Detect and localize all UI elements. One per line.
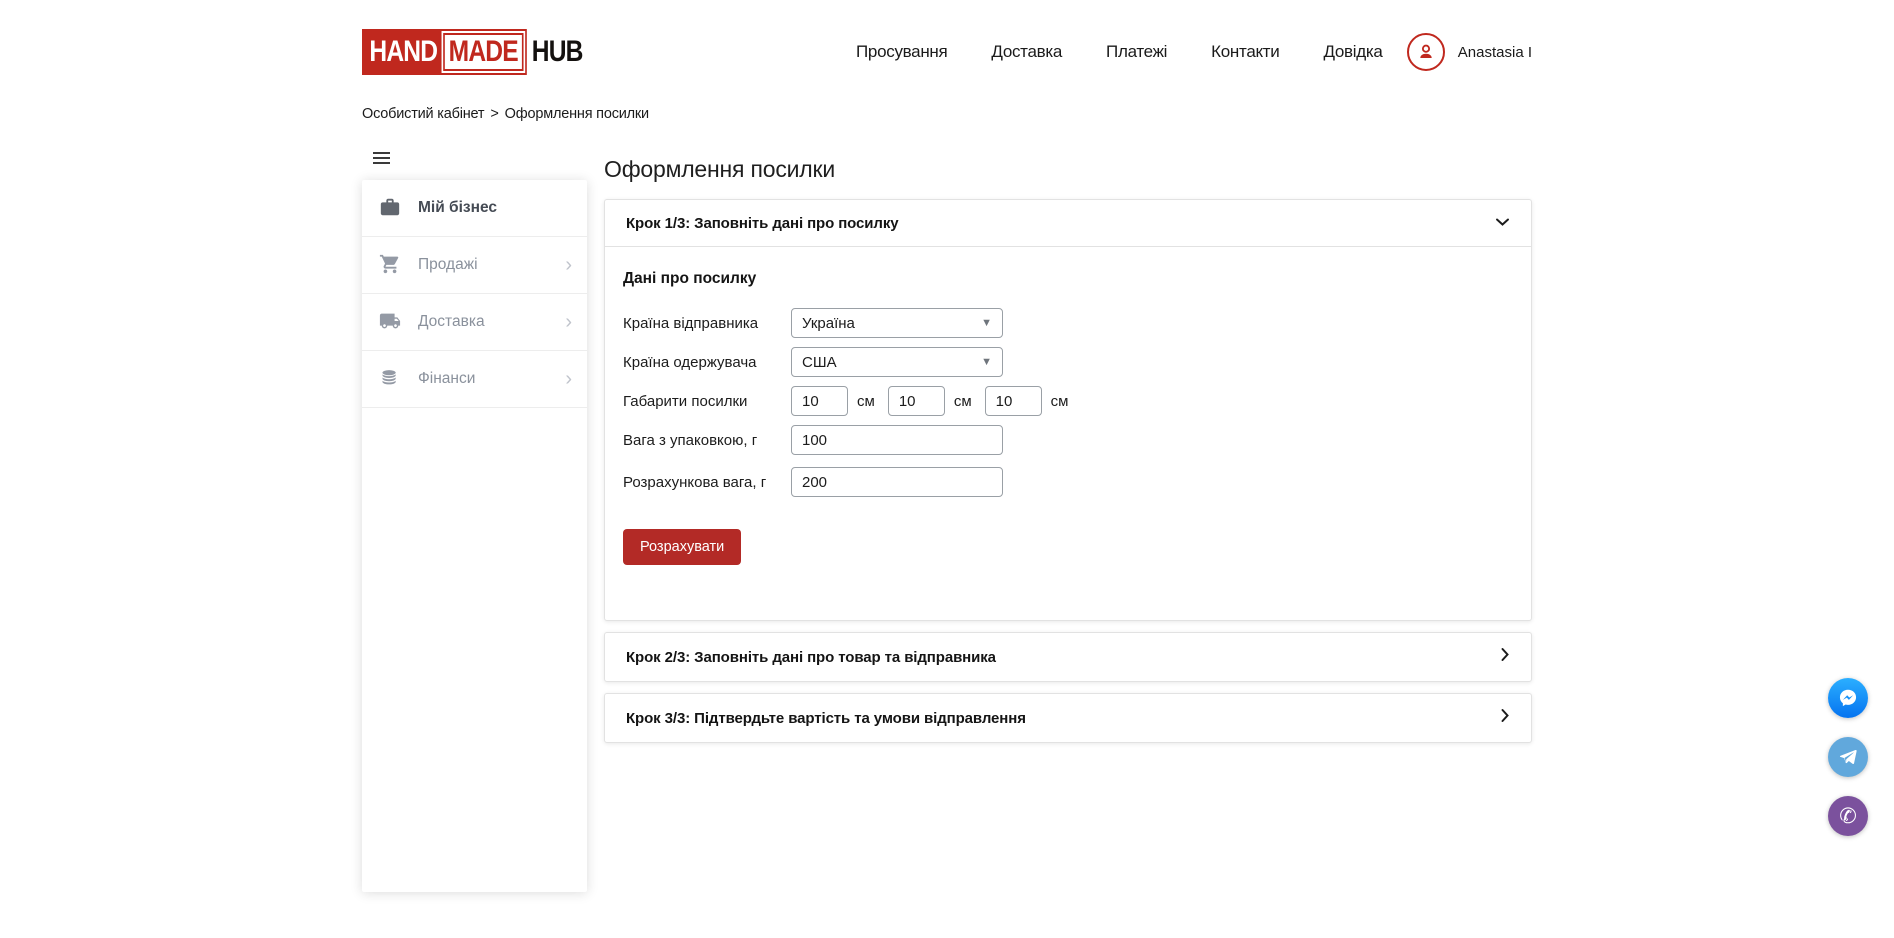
nav-contacts[interactable]: Контакти (1211, 42, 1279, 62)
messenger-button[interactable] (1828, 678, 1868, 718)
messenger-icon (1837, 687, 1859, 709)
recipient-country-value: США (802, 354, 837, 371)
weight-label: Вага з упаковкою, г (623, 432, 791, 449)
calculated-weight-label: Розрахункова вага, г (623, 474, 791, 491)
chevron-right-icon: › (565, 255, 572, 275)
header: HANDMADEHUB Просування Доставка Платежі … (362, 0, 1532, 104)
avatar (1407, 33, 1445, 71)
logo-hub: HUB (527, 29, 583, 75)
nav-help[interactable]: Довідка (1323, 42, 1382, 62)
weight-input[interactable] (791, 425, 1003, 455)
recipient-country-select[interactable]: США ▼ (791, 347, 1003, 377)
user-name: Anastasia I (1458, 44, 1532, 61)
page-title: Оформлення посилки (604, 156, 1532, 183)
breadcrumb: Особистий кабінет > Оформлення посилки (362, 106, 1532, 122)
sidebar-item-label: Фінанси (418, 370, 475, 388)
sender-country-label: Країна відправника (623, 315, 791, 332)
sidebar-item-label: Продажі (418, 256, 478, 274)
step-1-title: Крок 1/3: Заповніть дані про посилку (626, 215, 899, 232)
step-3-header[interactable]: Крок 3/3: Підтвердьте вартість та умови … (605, 694, 1531, 742)
cart-icon (379, 253, 403, 277)
coins-icon (379, 367, 403, 391)
social-float-bar: ✆ (1828, 678, 1868, 836)
recipient-country-label: Країна одержувача (623, 354, 791, 371)
dimension-width-input[interactable] (888, 386, 945, 416)
unit-cm: см (954, 393, 972, 410)
sender-country-value: Україна (802, 315, 855, 332)
parcel-data-title: Дані про посилку (623, 270, 1507, 288)
truck-icon (379, 310, 403, 334)
step-1-card: Крок 1/3: Заповніть дані про посилку Дан… (604, 199, 1532, 621)
chevron-down-icon (1495, 214, 1510, 232)
main-content: Оформлення посилки Крок 1/3: Заповніть д… (604, 142, 1532, 754)
viber-icon: ✆ (1839, 804, 1857, 829)
telegram-button[interactable] (1828, 737, 1868, 777)
sidebar-item-delivery[interactable]: Доставка › (362, 294, 587, 351)
step-3-card: Крок 3/3: Підтвердьте вартість та умови … (604, 693, 1532, 743)
dimension-height-input[interactable] (985, 386, 1042, 416)
sidebar-item-label: Доставка (418, 313, 485, 331)
chevron-right-icon (1500, 708, 1510, 728)
sender-country-select[interactable]: Україна ▼ (791, 308, 1003, 338)
logo-hand: HAND (369, 35, 443, 69)
sidebar-item-finance[interactable]: Фінанси › (362, 351, 587, 408)
step-2-title: Крок 2/3: Заповніть дані про товар та ві… (626, 649, 996, 666)
step-3-title: Крок 3/3: Підтвердьте вартість та умови … (626, 710, 1026, 727)
step-1-body: Дані про посилку Країна відправника Укра… (605, 246, 1531, 620)
user-menu[interactable]: Anastasia I (1407, 33, 1532, 71)
hamburger-icon[interactable] (373, 152, 390, 164)
unit-cm: см (857, 393, 875, 410)
step-2-card: Крок 2/3: Заповніть дані про товар та ві… (604, 632, 1532, 682)
breadcrumb-personal-cabinet[interactable]: Особистий кабінет (362, 106, 484, 122)
step-1-header[interactable]: Крок 1/3: Заповніть дані про посилку (605, 200, 1531, 246)
dimension-length-input[interactable] (791, 386, 848, 416)
sidebar-item-label: Мій бізнес (418, 199, 497, 217)
main-nav: Просування Доставка Платежі Контакти Дов… (856, 42, 1383, 62)
breadcrumb-separator: > (490, 106, 498, 122)
sidebar-card: Мій бізнес Продажі › Доставка › (362, 180, 587, 892)
calculate-button[interactable]: Розрахувати (623, 529, 741, 565)
viber-button[interactable]: ✆ (1828, 796, 1868, 836)
select-caret-icon: ▼ (981, 317, 992, 329)
briefcase-icon (379, 196, 403, 220)
select-caret-icon: ▼ (981, 356, 992, 368)
unit-cm: см (1051, 393, 1069, 410)
chevron-right-icon (1500, 647, 1510, 667)
sidebar: Мій бізнес Продажі › Доставка › (362, 142, 587, 892)
nav-promotion[interactable]: Просування (856, 42, 947, 62)
nav-payments[interactable]: Платежі (1106, 42, 1167, 62)
logo[interactable]: HANDMADEHUB (362, 29, 583, 75)
chevron-right-icon: › (565, 312, 572, 332)
step-2-header[interactable]: Крок 2/3: Заповніть дані про товар та ві… (605, 633, 1531, 681)
person-icon (1415, 41, 1437, 63)
logo-made: MADE (443, 33, 524, 71)
telegram-icon (1837, 746, 1859, 768)
chevron-right-icon: › (565, 369, 572, 389)
breadcrumb-current: Оформлення посилки (505, 106, 649, 122)
sidebar-item-sales[interactable]: Продажі › (362, 237, 587, 294)
sidebar-item-my-business[interactable]: Мій бізнес (362, 180, 587, 237)
logo-red-box: HANDMADE (362, 29, 527, 75)
nav-delivery[interactable]: Доставка (991, 42, 1062, 62)
calculated-weight-input[interactable] (791, 467, 1003, 497)
dimensions-label: Габарити посилки (623, 393, 791, 410)
